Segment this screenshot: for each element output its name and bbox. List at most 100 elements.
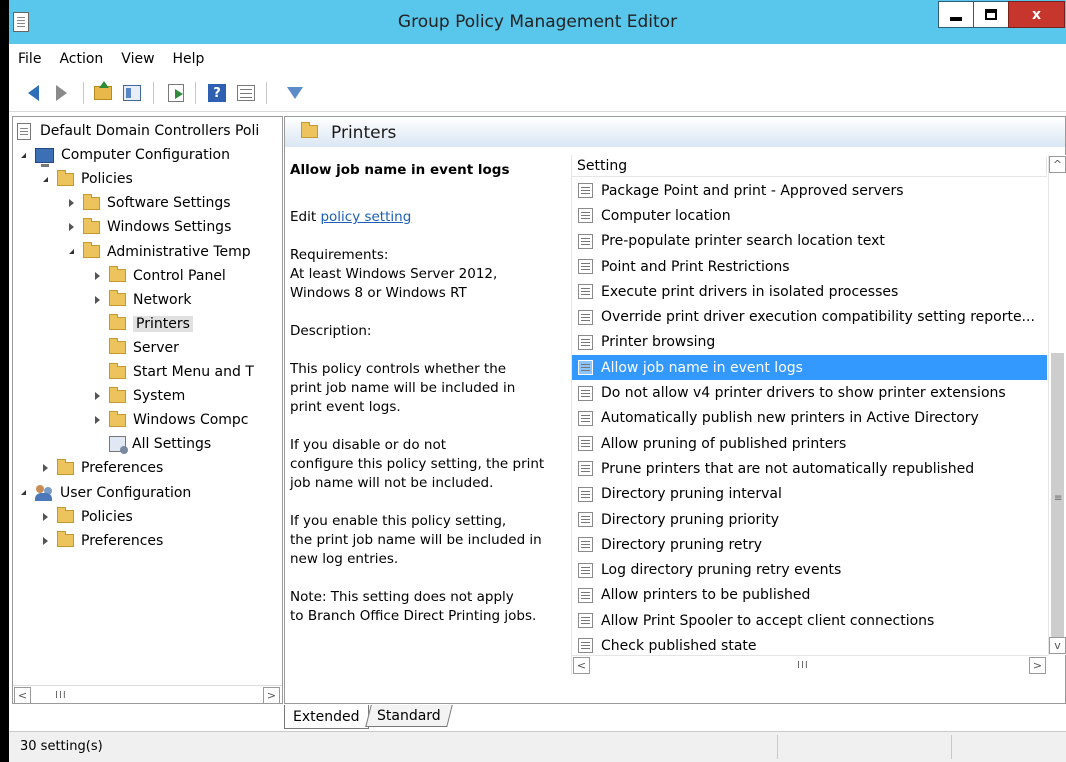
setting-row[interactable]: Allow pruning of published printers bbox=[572, 431, 1047, 456]
toolbar: ? bbox=[9, 74, 1066, 112]
help-button[interactable]: ? bbox=[207, 83, 227, 103]
close-icon: x bbox=[1031, 6, 1042, 23]
setting-row[interactable]: Prune printers that are not automaticall… bbox=[572, 456, 1047, 481]
show-hide-tree-button[interactable] bbox=[122, 83, 142, 103]
setting-row[interactable]: Point and Print Restrictions bbox=[572, 254, 1047, 279]
tree-item[interactable]: Preferences bbox=[39, 530, 163, 552]
collapse-triangle-icon[interactable] bbox=[65, 246, 77, 258]
tree-item[interactable]: Administrative Temp bbox=[65, 241, 251, 263]
tree-item[interactable]: User Configuration bbox=[17, 482, 191, 504]
vertical-scroll-thumb[interactable]: ≡ bbox=[1051, 353, 1064, 643]
expand-triangle-icon[interactable] bbox=[91, 294, 103, 306]
setting-row[interactable]: Override print driver execution compatib… bbox=[572, 304, 1047, 329]
tree-item[interactable]: Windows Settings bbox=[65, 216, 231, 238]
collapse-triangle-icon[interactable] bbox=[17, 149, 29, 161]
expand-triangle-icon[interactable] bbox=[39, 535, 51, 547]
expand-triangle-icon[interactable] bbox=[39, 462, 51, 474]
export-list-button[interactable] bbox=[166, 83, 186, 103]
tree-scroll-right-button[interactable]: > bbox=[263, 687, 280, 703]
tree-item-label: User Configuration bbox=[60, 484, 192, 501]
list-scroll-left-button[interactable]: < bbox=[573, 657, 590, 674]
expand-triangle-icon[interactable] bbox=[65, 197, 77, 209]
status-divider bbox=[951, 735, 952, 759]
scroll-grip-icon: III bbox=[55, 690, 67, 701]
setting-row[interactable]: Directory pruning interval bbox=[572, 482, 1047, 507]
list-scroll-right-button[interactable]: > bbox=[1029, 657, 1046, 674]
setting-column-header[interactable]: Setting bbox=[572, 155, 1047, 177]
forward-button[interactable] bbox=[51, 83, 71, 103]
maximize-button[interactable] bbox=[973, 1, 1009, 28]
setting-row[interactable]: Do not allow v4 printer drivers to show … bbox=[572, 380, 1047, 405]
scroll-down-button[interactable]: v bbox=[1049, 637, 1066, 654]
setting-row[interactable]: Automatically publish new printers in Ac… bbox=[572, 406, 1047, 431]
menu-view[interactable]: View bbox=[112, 51, 163, 67]
menu-bar: File Action View Help bbox=[9, 44, 1066, 74]
tab-extended[interactable]: Extended bbox=[284, 705, 369, 729]
properties-button[interactable] bbox=[236, 83, 256, 103]
all-settings-icon bbox=[109, 436, 128, 455]
tree-item[interactable]: Start Menu and T bbox=[91, 361, 254, 383]
setting-row[interactable]: Directory pruning retry bbox=[572, 532, 1047, 557]
policy-setting-link[interactable]: policy setting bbox=[320, 209, 411, 225]
tree-scroll-left-button[interactable]: < bbox=[14, 687, 31, 703]
collapse-triangle-icon[interactable] bbox=[17, 487, 29, 499]
tree-item[interactable]: System bbox=[91, 385, 185, 407]
setting-row[interactable]: Computer location bbox=[572, 203, 1047, 228]
expand-triangle-icon[interactable] bbox=[39, 511, 51, 523]
menu-action[interactable]: Action bbox=[50, 51, 112, 67]
setting-label: Directory pruning interval bbox=[601, 486, 782, 503]
up-one-level-button[interactable] bbox=[93, 81, 113, 103]
console-tree[interactable]: Default Domain Controllers Poli Computer … bbox=[12, 116, 283, 704]
scroll-up-button[interactable]: ^ bbox=[1049, 156, 1066, 173]
setting-row[interactable]: Log directory pruning retry events bbox=[572, 557, 1047, 582]
tree-item[interactable]: Server bbox=[91, 337, 179, 359]
expand-triangle-icon[interactable] bbox=[91, 414, 103, 426]
tree-item[interactable]: Network bbox=[91, 289, 191, 311]
back-button[interactable] bbox=[23, 83, 43, 103]
close-button[interactable]: x bbox=[1008, 1, 1065, 28]
setting-label: Do not allow v4 printer drivers to show … bbox=[601, 385, 1006, 402]
setting-row[interactable]: Printer browsing bbox=[572, 330, 1047, 355]
tree-item[interactable]: Printers bbox=[91, 313, 193, 335]
tree-item[interactable]: Policies bbox=[39, 506, 133, 528]
setting-label: Check published state bbox=[601, 637, 757, 654]
setting-row[interactable]: Pre-populate printer search location tex… bbox=[572, 229, 1047, 254]
tree-item-label: Preferences bbox=[81, 460, 164, 477]
tree-item[interactable]: Software Settings bbox=[65, 192, 231, 214]
tab-standard[interactable]: Standard bbox=[364, 705, 452, 727]
setting-row[interactable]: Allow printers to be published bbox=[572, 583, 1047, 608]
tree-item[interactable]: All Settings bbox=[91, 433, 211, 455]
filter-button[interactable] bbox=[285, 83, 305, 103]
policy-setting-icon bbox=[578, 385, 593, 401]
setting-row[interactable]: Package Point and print - Approved serve… bbox=[572, 178, 1047, 203]
folder-icon bbox=[83, 242, 100, 258]
settings-vertical-scrollbar[interactable]: ^ ≡ v bbox=[1048, 155, 1066, 655]
policy-setting-icon bbox=[578, 334, 593, 350]
title-bar[interactable]: Group Policy Management Editor x bbox=[9, 0, 1066, 44]
policy-setting-icon bbox=[578, 259, 593, 275]
setting-row[interactable]: Allow Print Spooler to accept client con… bbox=[572, 608, 1047, 633]
folder-icon bbox=[57, 458, 74, 475]
menu-help[interactable]: Help bbox=[164, 51, 214, 67]
tree-horizontal-scrollbar[interactable]: < III > bbox=[13, 685, 282, 703]
tree-item[interactable]: Policies bbox=[39, 168, 133, 190]
setting-row[interactable]: Execute print drivers in isolated proces… bbox=[572, 279, 1047, 304]
expand-triangle-icon[interactable] bbox=[91, 390, 103, 402]
description-paragraph: Note: This setting does not apply to Bra… bbox=[290, 589, 537, 624]
setting-row[interactable]: Allow job name in event logs bbox=[572, 355, 1047, 381]
settings-list: Setting Package Point and print - Approv… bbox=[571, 155, 1066, 675]
collapse-triangle-icon[interactable] bbox=[39, 173, 51, 185]
tree-item[interactable]: Windows Compc bbox=[91, 409, 249, 431]
tree-item[interactable]: Preferences bbox=[39, 457, 163, 479]
settings-horizontal-scrollbar[interactable]: < III > bbox=[572, 655, 1048, 675]
tree-item[interactable]: Computer Configuration bbox=[17, 144, 230, 167]
setting-row[interactable]: Directory pruning priority bbox=[572, 507, 1047, 532]
tree-item[interactable]: Control Panel bbox=[91, 265, 226, 287]
minimize-button[interactable] bbox=[938, 1, 974, 28]
policy-setting-icon bbox=[578, 436, 593, 452]
expand-triangle-icon[interactable] bbox=[65, 221, 77, 233]
minimize-icon bbox=[950, 16, 962, 21]
tree-item[interactable]: Default Domain Controllers Poli bbox=[17, 120, 259, 142]
menu-file[interactable]: File bbox=[9, 51, 50, 67]
expand-triangle-icon[interactable] bbox=[91, 270, 103, 282]
